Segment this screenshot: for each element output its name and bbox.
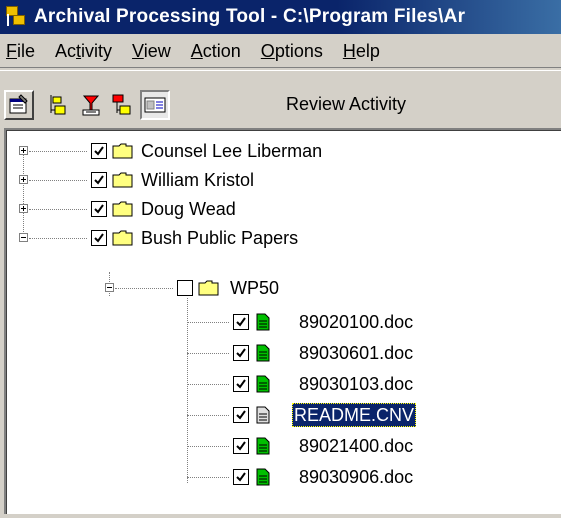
menu-bar: File Activity View Action Options Help [0,36,561,66]
tree-node-wp50[interactable]: WP50 [6,276,546,300]
collapse-icon[interactable] [19,233,28,242]
folder-icon [112,172,133,188]
tree-node-counsel-lee-liberman[interactable]: Counsel Lee Liberman [6,139,546,163]
expand-icon[interactable] [19,175,28,184]
tree-node-label: WP50 [230,278,280,298]
checkbox[interactable] [233,314,249,330]
tree-node-label: README.CNV [292,403,417,427]
menu-options[interactable]: Options [251,41,333,62]
expand-tree-button[interactable] [42,90,72,120]
tree-node-file[interactable]: 89030906.doc [6,465,546,489]
checkbox[interactable] [233,469,249,485]
tree-node-file[interactable]: 89030601.doc [6,341,546,365]
folder-icon [112,201,133,217]
tree-node-label: Bush Public Papers [141,228,299,248]
tree-node-file[interactable]: 89021400.doc [6,434,546,458]
tree-node-bush-public-papers[interactable]: Bush Public Papers [6,226,546,250]
tree-node-label: Counsel Lee Liberman [141,141,323,161]
activity-tree[interactable]: Counsel Lee Liberman William Kristol Dou… [4,128,561,514]
window-title: Archival Processing Tool - C:\Program Fi… [34,6,466,27]
menu-view[interactable]: View [122,41,181,62]
document-icon [256,468,270,486]
tree-node-file-selected[interactable]: README.CNV [6,403,546,427]
tree-node-label: 89030601.doc [299,343,414,363]
menu-action[interactable]: Action [181,41,251,62]
expand-icon[interactable] [19,204,28,213]
tree-collapse-icon [112,94,131,115]
checkbox[interactable] [91,143,107,159]
menu-file[interactable]: File [0,41,45,62]
review-activity-icon [144,97,166,113]
properties-button[interactable] [4,90,34,120]
menu-separator [0,67,561,71]
tree-node-label: Doug Wead [141,199,236,219]
tree-node-label: 89021400.doc [299,436,414,456]
properties-icon [9,94,28,114]
remove-button[interactable] [76,90,106,120]
document-icon [256,437,270,455]
menu-activity[interactable]: Activity [45,41,122,62]
document-icon [256,313,270,331]
checkbox[interactable] [233,345,249,361]
tree-remove-icon [82,95,100,116]
tree-node-label: 89030906.doc [299,467,414,487]
checkbox[interactable] [233,407,249,423]
checkbox[interactable] [91,172,107,188]
checkbox[interactable] [177,280,193,296]
collapse-icon[interactable] [105,283,114,292]
collapse-tree-button[interactable] [108,90,138,120]
document-icon [256,406,270,424]
review-activity-button[interactable] [140,90,170,120]
review-activity-label: Review Activity [286,94,407,114]
document-icon [256,375,270,393]
tree-node-label: William Kristol [141,170,255,190]
tree-expand-icon [50,95,66,115]
tree-node-label: 89020100.doc [299,312,414,332]
tree-node-william-kristol[interactable]: William Kristol [6,168,546,192]
checkbox[interactable] [91,230,107,246]
checkbox[interactable] [233,376,249,392]
folder-icon [112,143,133,159]
document-icon [256,344,270,362]
checkbox[interactable] [91,201,107,217]
folder-icon [112,230,133,246]
folder-icon [198,280,219,296]
app-icon[interactable] [4,4,30,30]
expand-icon[interactable] [19,146,28,155]
tree-node-label: 89030103.doc [299,374,414,394]
tree-node-file[interactable]: 89020100.doc [6,310,546,334]
tree-node-file[interactable]: 89030103.doc [6,372,546,396]
toolbar: Review Activity [0,84,561,124]
checkbox[interactable] [233,438,249,454]
title-bar[interactable]: Archival Processing Tool - C:\Program Fi… [0,0,561,34]
menu-help[interactable]: Help [333,41,390,62]
tree-node-doug-wead[interactable]: Doug Wead [6,197,546,221]
